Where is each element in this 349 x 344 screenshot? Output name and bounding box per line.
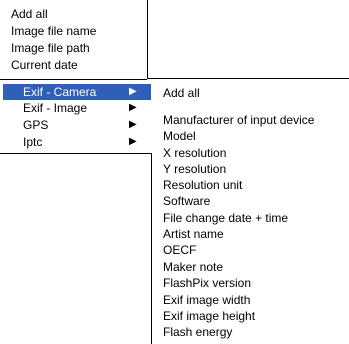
menu-item-flashpix-version[interactable]: FlashPix version bbox=[163, 275, 251, 291]
top-menu-left-bottom-border bbox=[0, 79, 147, 80]
field-menu-left-border bbox=[151, 153, 152, 344]
submenu-arrow-icon: ▶ bbox=[129, 86, 137, 97]
menu-item-exif-image-width[interactable]: Exif image width bbox=[163, 292, 250, 308]
menu-item-image-file-name[interactable]: Image file name bbox=[11, 23, 96, 39]
top-menu-bottom-border bbox=[147, 78, 349, 79]
menu-item-x-resolution[interactable]: X resolution bbox=[163, 145, 226, 161]
menu-item-exif-image-height[interactable]: Exif image height bbox=[163, 308, 255, 324]
menu-item-iptc[interactable]: Iptc ▶ bbox=[3, 134, 151, 150]
menu-item-model[interactable]: Model bbox=[163, 128, 196, 144]
submenu-arrow-icon: ▶ bbox=[129, 136, 137, 147]
menu-item-label: Iptc bbox=[23, 135, 43, 149]
submenu-arrow-icon: ▶ bbox=[129, 102, 137, 113]
menu-item-add-all[interactable]: Add all bbox=[163, 85, 200, 101]
menu-item-gps[interactable]: GPS ▶ bbox=[3, 117, 151, 133]
menu-item-software[interactable]: Software bbox=[163, 193, 210, 209]
category-menu-bottom-border bbox=[0, 153, 151, 154]
menu-item-exif-camera[interactable]: Exif - Camera ▶ bbox=[3, 84, 151, 100]
menu-item-current-date[interactable]: Current date bbox=[11, 57, 78, 73]
menu-item-oecf[interactable]: OECF bbox=[163, 242, 196, 258]
menu-item-label: GPS bbox=[23, 118, 49, 132]
menu-item-image-file-path[interactable]: Image file path bbox=[11, 40, 90, 56]
menu-item-resolution-unit[interactable]: Resolution unit bbox=[163, 177, 242, 193]
menu-item-file-change-date[interactable]: File change date + time bbox=[163, 210, 288, 226]
menu-item-add-all[interactable]: Add all bbox=[11, 6, 48, 22]
top-menu-right-border bbox=[147, 0, 148, 79]
menu-item-exif-image[interactable]: Exif - Image ▶ bbox=[3, 100, 151, 116]
submenu-arrow-icon: ▶ bbox=[129, 119, 137, 130]
menu-item-label: Exif - Camera bbox=[23, 85, 97, 99]
menu-item-y-resolution[interactable]: Y resolution bbox=[163, 161, 226, 177]
menu-item-label: Exif - Image bbox=[23, 101, 88, 115]
menu-item-artist-name[interactable]: Artist name bbox=[163, 226, 224, 242]
menu-item-maker-note[interactable]: Maker note bbox=[163, 259, 223, 275]
menu-item-flash-energy[interactable]: Flash energy bbox=[163, 324, 232, 340]
menu-item-manufacturer[interactable]: Manufacturer of input device bbox=[163, 112, 314, 128]
